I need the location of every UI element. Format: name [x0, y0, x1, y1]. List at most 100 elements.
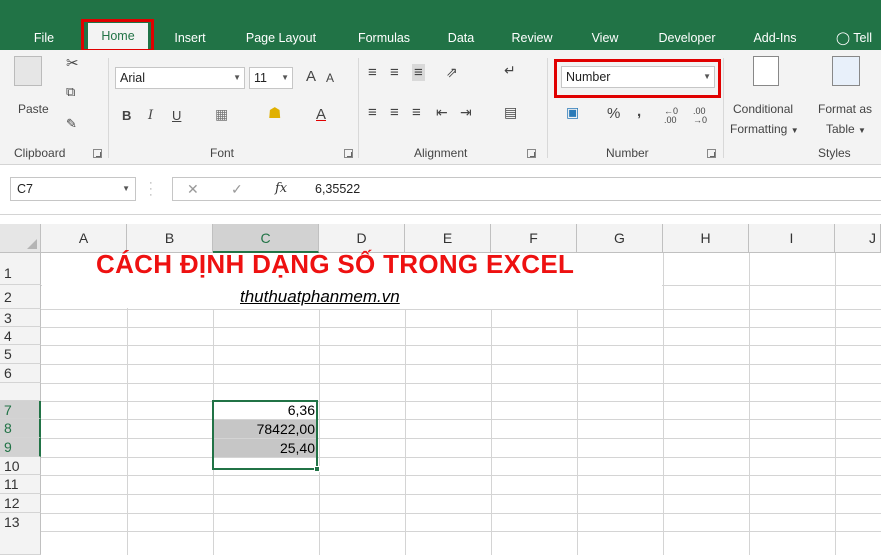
orientation-icon[interactable]: ⇗	[446, 64, 458, 81]
row-header-2[interactable]: 2	[0, 285, 41, 309]
formula-input[interactable]: 6,35522	[315, 182, 360, 196]
row-header-7[interactable]: 7	[0, 401, 41, 419]
copy-icon[interactable]: ⧉	[66, 84, 75, 100]
tab-data[interactable]: Data	[440, 26, 482, 50]
home-tab-highlight	[81, 19, 154, 52]
conditional-formatting-label-1[interactable]: Conditional	[733, 102, 793, 116]
gridline	[41, 419, 881, 420]
align-middle-icon[interactable]: ≡	[390, 64, 399, 81]
clipboard-launcher-icon[interactable]	[93, 149, 102, 158]
row-header-13[interactable]: 13	[0, 513, 41, 555]
percent-style-button[interactable]: %	[607, 105, 620, 122]
tab-insert[interactable]: Insert	[168, 26, 212, 50]
accounting-format-icon[interactable]: ▣	[566, 104, 579, 121]
column-header-g[interactable]: G	[577, 224, 663, 253]
tab-formulas[interactable]: Formulas	[348, 26, 420, 50]
tab-add-ins[interactable]: Add-Ins	[744, 26, 806, 50]
font-group-label: Font	[210, 146, 235, 160]
row-header-8[interactable]: 8	[0, 419, 41, 438]
paste-icon[interactable]	[14, 56, 42, 86]
comma-style-button[interactable]: ,	[637, 103, 641, 120]
increase-indent-icon[interactable]: ⇥	[460, 104, 472, 121]
formula-input-area[interactable]: ✕ ✓ fx 6,35522	[172, 177, 881, 201]
gridline	[41, 531, 881, 532]
row-header-3[interactable]: 3	[0, 309, 41, 327]
font-launcher-icon[interactable]	[344, 149, 353, 158]
format-painter-icon[interactable]: ✎	[66, 116, 77, 132]
bold-button[interactable]: B	[122, 108, 131, 123]
chevron-down-icon: ▼	[233, 73, 241, 82]
align-bottom-icon[interactable]: ≡	[412, 64, 425, 81]
column-header-i[interactable]: I	[749, 224, 835, 253]
gridline	[41, 457, 881, 458]
row-header-spacer	[0, 383, 41, 401]
fill-color-icon[interactable]: ☗	[268, 104, 281, 122]
number-launcher-icon[interactable]	[707, 149, 716, 158]
row-header-6[interactable]: 6	[0, 364, 41, 383]
chevron-down-icon: ▼	[790, 126, 799, 135]
borders-icon[interactable]: ▦	[215, 106, 228, 123]
align-center-icon[interactable]: ≡	[390, 104, 399, 121]
decrease-indent-icon[interactable]: ⇤	[436, 104, 448, 121]
tab-file[interactable]: File	[26, 26, 62, 50]
group-divider	[358, 58, 359, 158]
format-as-table-label-2[interactable]: Table ▼	[826, 122, 866, 136]
decrease-decimal-icon[interactable]: .00 →0	[693, 107, 715, 125]
paste-button[interactable]: Paste	[18, 102, 49, 116]
column-header-j[interactable]: J	[835, 224, 881, 253]
tab-developer[interactable]: Developer	[645, 26, 729, 50]
format-as-table-label-1[interactable]: Format as	[818, 102, 872, 116]
tab-review[interactable]: Review	[503, 26, 561, 50]
select-all-corner[interactable]	[0, 224, 41, 253]
merge-center-icon[interactable]: ▤	[504, 104, 517, 121]
row-header-12[interactable]: 12	[0, 494, 41, 513]
cut-icon[interactable]: ✂	[66, 54, 79, 72]
group-divider	[547, 58, 548, 158]
row-header-9[interactable]: 9	[0, 438, 41, 457]
conditional-formatting-label-2[interactable]: Formatting ▼	[730, 122, 799, 136]
font-color-icon[interactable]: A	[316, 106, 326, 123]
gridline	[41, 383, 881, 384]
tab-tell-me[interactable]: ◯ Tell	[836, 26, 881, 50]
name-box-value: C7	[17, 182, 33, 196]
increase-decimal-icon[interactable]: ←0 .00	[664, 107, 686, 125]
grow-font-icon[interactable]: A	[306, 68, 316, 85]
chevron-down-icon: ▼	[858, 126, 866, 135]
conditional-formatting-icon[interactable]	[753, 56, 779, 86]
tell-me-label: Tell	[853, 31, 873, 45]
font-size-select[interactable]: 11 ▼	[249, 67, 293, 89]
format-as-table-icon[interactable]	[832, 56, 860, 86]
fill-handle[interactable]	[314, 466, 320, 472]
enter-icon[interactable]: ✓	[231, 181, 243, 198]
gridline	[41, 513, 881, 514]
align-top-icon[interactable]: ≡	[368, 64, 377, 81]
gridline	[41, 401, 881, 402]
align-left-icon[interactable]: ≡	[368, 104, 377, 121]
row-header-1[interactable]: 1	[0, 253, 41, 285]
clipboard-group-label: Clipboard	[14, 146, 66, 160]
italic-button[interactable]: I	[148, 108, 153, 123]
shrink-font-icon[interactable]: A	[326, 71, 334, 85]
lightbulb-icon: ◯	[836, 31, 850, 45]
row-header-11[interactable]: 11	[0, 475, 41, 494]
name-box[interactable]: C7 ▼	[10, 177, 136, 201]
row-header-10[interactable]: 10	[0, 457, 41, 475]
tab-page-layout[interactable]: Page Layout	[236, 26, 326, 50]
gridline	[41, 438, 881, 439]
cancel-icon[interactable]: ✕	[187, 181, 199, 198]
insert-function-icon[interactable]: fx	[275, 181, 287, 196]
row-header-5[interactable]: 5	[0, 345, 41, 364]
align-right-icon[interactable]: ≡	[412, 104, 421, 121]
alignment-launcher-icon[interactable]	[527, 149, 536, 158]
font-name-select[interactable]: Arial ▼	[115, 67, 245, 89]
sheet-subtitle-link[interactable]: thuthuatphanmem.vn	[240, 287, 400, 307]
tab-view[interactable]: View	[583, 26, 627, 50]
sheet-title[interactable]: CÁCH ĐỊNH DẠNG SỐ TRONG EXCEL	[96, 249, 574, 280]
worksheet-grid[interactable]: A B C D E F G H I J 1 2 3 4 5 6 7 8 9 10…	[0, 215, 881, 555]
number-format-highlight	[554, 59, 721, 98]
row-header-4[interactable]: 4	[0, 327, 41, 345]
column-header-h[interactable]: H	[663, 224, 749, 253]
wrap-text-icon[interactable]: ↵	[504, 62, 516, 79]
underline-button[interactable]: U	[172, 108, 181, 123]
gridline	[835, 253, 836, 555]
